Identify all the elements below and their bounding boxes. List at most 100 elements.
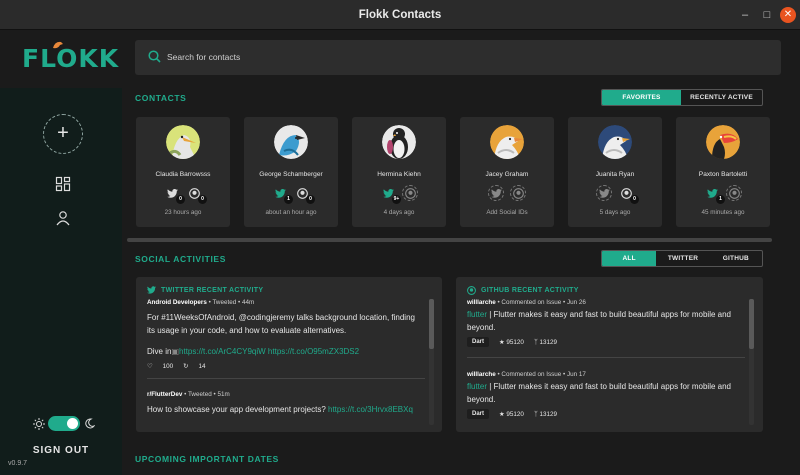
avatar — [706, 125, 740, 159]
like-icon[interactable]: ♡ — [147, 363, 153, 370]
github-icon[interactable] — [510, 185, 526, 201]
github-meta: willlarche • Commented on Issue • Jun 26 — [467, 299, 586, 306]
maximize-icon[interactable]: □ — [759, 7, 775, 23]
logo-text: FLOKK — [22, 44, 120, 73]
theme-toggle-row — [33, 416, 95, 432]
dark-mode-toggle[interactable] — [48, 416, 80, 431]
twitter-icon[interactable]: 9+ — [380, 185, 401, 204]
user-icon[interactable] — [55, 210, 71, 226]
retweet-icon[interactable]: ↻ — [183, 363, 188, 370]
search-icon — [148, 50, 161, 63]
sign-out-button[interactable]: SIGN OUT — [0, 445, 122, 456]
add-social-ids-link[interactable]: Add Social IDs — [460, 209, 554, 216]
star-count: 95120 — [506, 410, 524, 418]
minimize-icon[interactable]: – — [737, 7, 753, 23]
tab-all[interactable]: ALL — [602, 251, 657, 266]
contacts-scrollbar[interactable] — [127, 238, 772, 242]
github-icon[interactable]: 0 — [618, 185, 639, 204]
contact-card[interactable]: Jacey Graham Add Social IDs — [460, 117, 554, 227]
twitter-panel-title: TWITTER RECENT ACTIVITY — [161, 286, 264, 294]
repo-link[interactable]: flutter — [467, 382, 487, 391]
tweet-meta: r/FlutterDev • Tweeted • 51m — [147, 391, 230, 398]
tab-github[interactable]: GITHUB — [710, 251, 762, 266]
last-activity: about an hour ago — [265, 209, 317, 216]
tab-favorites[interactable]: FAVORITES — [602, 90, 682, 105]
github-date: Jun 17 — [567, 371, 586, 378]
github-action: Commented on Issue — [501, 299, 562, 306]
github-icon[interactable]: 0 — [294, 185, 315, 204]
twitter-count: 9+ — [392, 195, 401, 204]
dashboard-icon[interactable] — [55, 176, 71, 192]
moon-icon — [85, 418, 95, 429]
twitter-icon — [147, 286, 156, 294]
tweet-time: 44m — [241, 299, 255, 306]
contact-name: George Schamberger — [259, 171, 323, 178]
close-icon[interactable]: ✕ — [780, 7, 796, 23]
contact-card[interactable]: Juanita Ryan 0 5 days ago — [568, 117, 662, 227]
search-input[interactable] — [167, 49, 747, 65]
contacts-title: CONTACTS — [135, 93, 187, 103]
avatar — [166, 125, 200, 159]
github-author[interactable]: willlarche — [467, 299, 496, 306]
language-chip: Dart — [467, 409, 490, 419]
repo-link[interactable]: flutter — [467, 310, 487, 319]
upcoming-dates-title: UPCOMING IMPORTANT DATES — [135, 454, 279, 464]
tweet-action: Tweeted — [187, 391, 212, 398]
bird-logo-icon — [53, 41, 63, 49]
twitter-icon[interactable]: 1 — [272, 185, 293, 204]
twitter-activity-panel: TWITTER RECENT ACTIVITY Android Develope… — [136, 277, 442, 432]
contacts-filter: FAVORITES RECENTLY ACTIVE — [601, 89, 763, 106]
add-contact-button[interactable]: + — [43, 114, 83, 154]
tweet-stats: ♡ 100 ↻ 14 — [147, 363, 205, 370]
app-window: Flokk Contacts – □ ✕ FLOKK + SIGN OUT v0… — [0, 0, 800, 475]
twitter-icon[interactable]: 1 — [704, 185, 725, 204]
twitter-icon[interactable] — [488, 185, 504, 201]
tweet-time: 51m — [217, 391, 230, 398]
github-icon[interactable]: 0 — [186, 185, 207, 204]
tweet-author[interactable]: Android Developers — [147, 299, 207, 306]
github-panel-title: GITHUB RECENT ACTIVITY — [481, 287, 579, 294]
github-icon[interactable] — [402, 185, 418, 201]
github-scrollbar[interactable] — [749, 299, 754, 349]
tweet-author[interactable]: r/FlutterDev — [147, 391, 182, 398]
twitter-count: 1 — [716, 195, 725, 204]
avatar — [274, 125, 308, 159]
github-icon[interactable] — [726, 185, 742, 201]
twitter-icon[interactable]: 0 — [164, 185, 185, 204]
star-count: 95120 — [506, 338, 524, 346]
contact-card[interactable]: Paxton Bartoletti 1 45 minutes ago — [676, 117, 770, 227]
fork-count: 13129 — [539, 338, 557, 346]
github-text: flutter | Flutter makes it easy and fast… — [467, 382, 732, 404]
star-icon: ★ — [499, 338, 505, 346]
tweet-link[interactable]: https://t.co/3Hrvx8EBXq — [328, 405, 413, 414]
last-activity: 4 days ago — [383, 209, 415, 216]
link-icon: ▣ — [171, 347, 180, 356]
avatar — [490, 125, 524, 159]
avatar — [598, 125, 632, 159]
tweet-text: How to showcase your app development pro… — [147, 405, 413, 414]
tweet-links-line: Dive in▣https://t.co/ArC4CY9qiW https://… — [147, 345, 417, 358]
github-author[interactable]: willlarche — [467, 371, 496, 378]
tab-recently-active[interactable]: RECENTLY ACTIVE — [681, 90, 762, 105]
social-filter: ALL TWITTER GITHUB — [601, 250, 763, 267]
tab-twitter[interactable]: TWITTER — [656, 251, 709, 266]
contact-name: Claudia Barrowsss — [155, 171, 211, 178]
github-action: Commented on Issue — [501, 371, 562, 378]
github-date: Jun 26 — [567, 299, 586, 306]
contact-card[interactable]: Hermina Kiehn 9+ 4 days ago — [352, 117, 446, 227]
contact-name: Jacey Graham — [485, 171, 529, 178]
contact-card[interactable]: George Schamberger 1 0 about an hour ago — [244, 117, 338, 227]
contact-card[interactable]: Claudia Barrowsss 0 0 23 hours ago — [136, 117, 230, 227]
twitter-icon[interactable] — [596, 185, 612, 201]
tweet-divider — [147, 378, 425, 379]
github-text: flutter | Flutter makes it easy and fast… — [467, 310, 732, 332]
repo-stats: Dart ★ 95120 ᛉ 13129 — [467, 337, 557, 347]
fork-count: 13129 — [539, 410, 557, 418]
star-icon: ★ — [499, 410, 505, 418]
github-count: 0 — [630, 195, 639, 204]
repo-stats: Dart ★ 95120 ᛉ 13129 — [467, 409, 557, 419]
retweet-count: 14 — [198, 363, 206, 370]
twitter-scrollbar[interactable] — [429, 299, 434, 349]
tweet-link[interactable]: https://t.co/ArC4CY9qiW https://t.co/O95… — [179, 347, 359, 356]
tweet-meta: Android Developers • Tweeted • 44m — [147, 299, 255, 306]
